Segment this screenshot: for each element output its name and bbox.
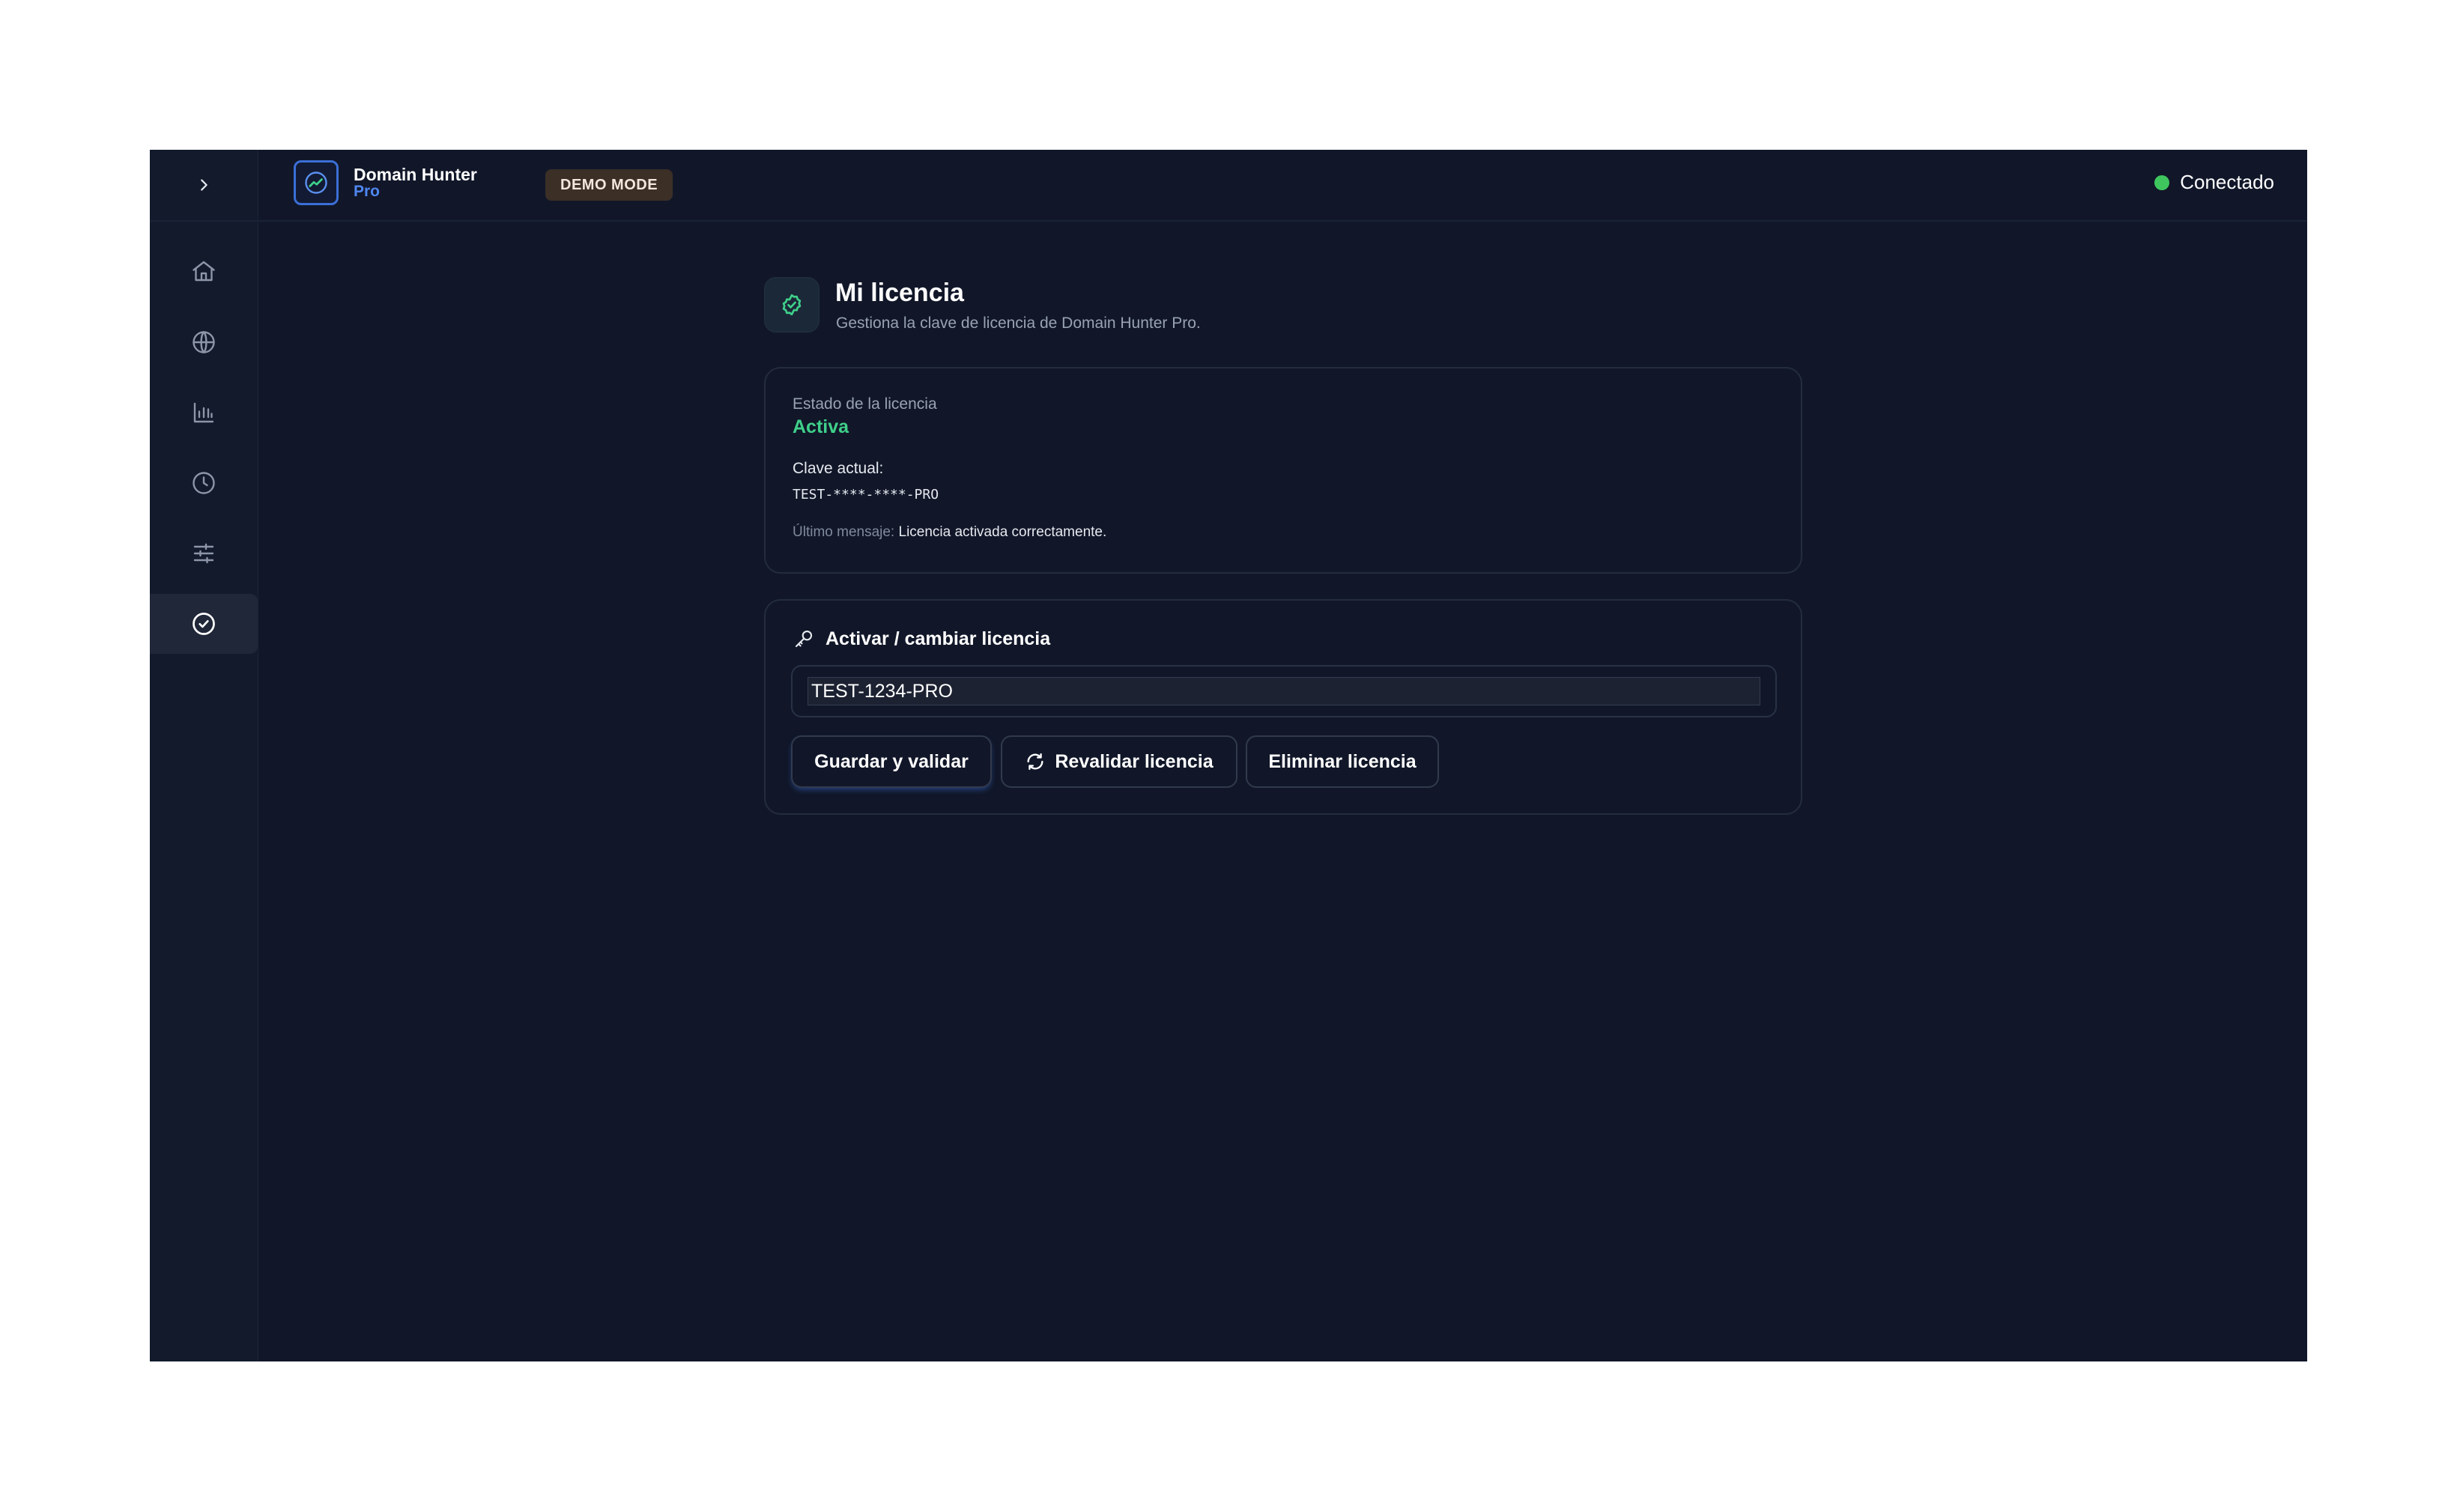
current-key-label: Clave actual: (793, 460, 884, 477)
activate-license-title: Activar / cambiar licencia (825, 628, 1051, 649)
license-key-field (791, 665, 1777, 717)
delete-license-button[interactable]: Eliminar licencia (1246, 735, 1439, 788)
connection-status-label: Conectado (2180, 171, 2274, 193)
license-status-label: Estado de la licencia (793, 395, 937, 413)
top-bar: Domain Hunter Pro DEMO MODE Conectado (258, 150, 2307, 222)
clock-icon (193, 472, 215, 494)
app-logo (294, 160, 339, 205)
badge-check-icon (782, 294, 802, 316)
sidebar-item-history[interactable] (150, 453, 258, 513)
sidebar-item-settings[interactable] (150, 523, 258, 583)
trend-logo-icon (305, 171, 327, 194)
license-key-input[interactable] (808, 677, 1760, 705)
demo-mode-badge: DEMO MODE (545, 169, 673, 201)
brand-edition: Pro (354, 183, 381, 200)
connection-status: Conectado (2154, 171, 2274, 194)
refresh-icon (1027, 753, 1043, 771)
license-status-value: Activa (793, 416, 849, 437)
sliders-icon (193, 543, 214, 564)
sidebar-item-license[interactable] (150, 594, 258, 654)
revalidate-license-label: Revalidar licencia (1055, 750, 1214, 772)
key-icon (795, 630, 813, 648)
revalidate-license-button[interactable]: Revalidar licencia (1001, 735, 1237, 788)
page-subtitle: Gestiona la clave de licencia de Domain … (836, 315, 1201, 332)
page-title: Mi licencia (835, 279, 964, 307)
bar-chart-icon (193, 402, 214, 423)
sidebar (150, 150, 258, 1361)
chevron-right-icon (201, 179, 207, 191)
sidebar-item-domains[interactable] (150, 312, 258, 372)
badge-check-icon (193, 613, 215, 635)
current-key-value: TEST-****-****-PRO (793, 487, 939, 503)
last-message-label: Último mensaje: (793, 524, 895, 540)
status-dot-icon (2154, 174, 2170, 190)
globe-icon (193, 331, 215, 353)
last-message-value: Licencia activada correctamente. (898, 524, 1107, 540)
license-status-card: Estado de la licencia Activa Clave actua… (764, 367, 1802, 574)
save-validate-button[interactable]: Guardar y validar (791, 735, 992, 788)
page-header-icon (764, 277, 819, 333)
sidebar-toggle-button[interactable] (150, 150, 258, 222)
activate-license-card: Activar / cambiar licencia Guardar y val… (764, 599, 1802, 815)
home-icon (193, 261, 215, 282)
last-message: Último mensaje: Licencia activada correc… (793, 524, 1106, 541)
brand-name: Domain Hunter (354, 165, 477, 184)
sidebar-item-home[interactable] (150, 241, 258, 301)
activate-license-header: Activar / cambiar licencia (793, 628, 1050, 650)
app-window: Domain Hunter Pro DEMO MODE Conectado Mi… (150, 150, 2307, 1361)
sidebar-item-stats[interactable] (150, 383, 258, 443)
